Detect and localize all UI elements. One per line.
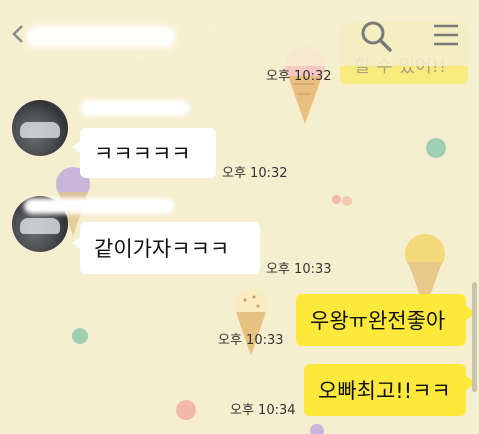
chat-header: [0, 0, 479, 66]
message-text: 오빠최고!!ㅋㅋ: [318, 379, 451, 403]
message-bubble-outgoing[interactable]: 오빠최고!!ㅋㅋ: [304, 364, 466, 416]
message-time: 오후 10:34: [230, 403, 296, 418]
avatar[interactable]: [12, 100, 68, 156]
scrollbar[interactable]: [472, 282, 477, 392]
decoration-dot: [426, 138, 446, 158]
decoration-dot: [310, 424, 324, 434]
decoration-dot: [72, 328, 88, 344]
message-text: ㅋㅋㅋㅋㅋ: [94, 142, 191, 166]
sender-name-redacted: [80, 100, 190, 116]
sender-name-redacted: [24, 198, 174, 214]
message-time: 오후 10:33: [218, 333, 284, 348]
message-bubble-incoming[interactable]: 같이가자ㅋㅋㅋ: [80, 222, 260, 274]
search-icon[interactable]: [358, 18, 394, 54]
message-time: 오후 10:32: [222, 166, 288, 181]
hamburger-menu-icon[interactable]: [432, 22, 460, 48]
message-bubble-outgoing[interactable]: 우왕ㅠ완전좋아: [296, 294, 466, 346]
decoration-dot: [342, 196, 352, 206]
previous-message-time: 오후 10:32: [266, 69, 332, 84]
decoration-dot: [332, 195, 341, 204]
chevron-left-icon[interactable]: [8, 20, 28, 48]
message-time: 오후 10:33: [266, 262, 332, 277]
chat-title-redacted: [26, 26, 176, 48]
message-text: 우왕ㅠ완전좋아: [310, 309, 446, 333]
decoration-dot: [176, 400, 196, 420]
chat-screen: 할 수 있어!! 오후 10:32 ㅋㅋㅋㅋㅋ 오후 10:32 같이가자ㅋㅋㅋ…: [0, 0, 479, 434]
message-bubble-incoming[interactable]: ㅋㅋㅋㅋㅋ: [80, 128, 216, 178]
message-text: 같이가자ㅋㅋㅋ: [94, 237, 230, 261]
